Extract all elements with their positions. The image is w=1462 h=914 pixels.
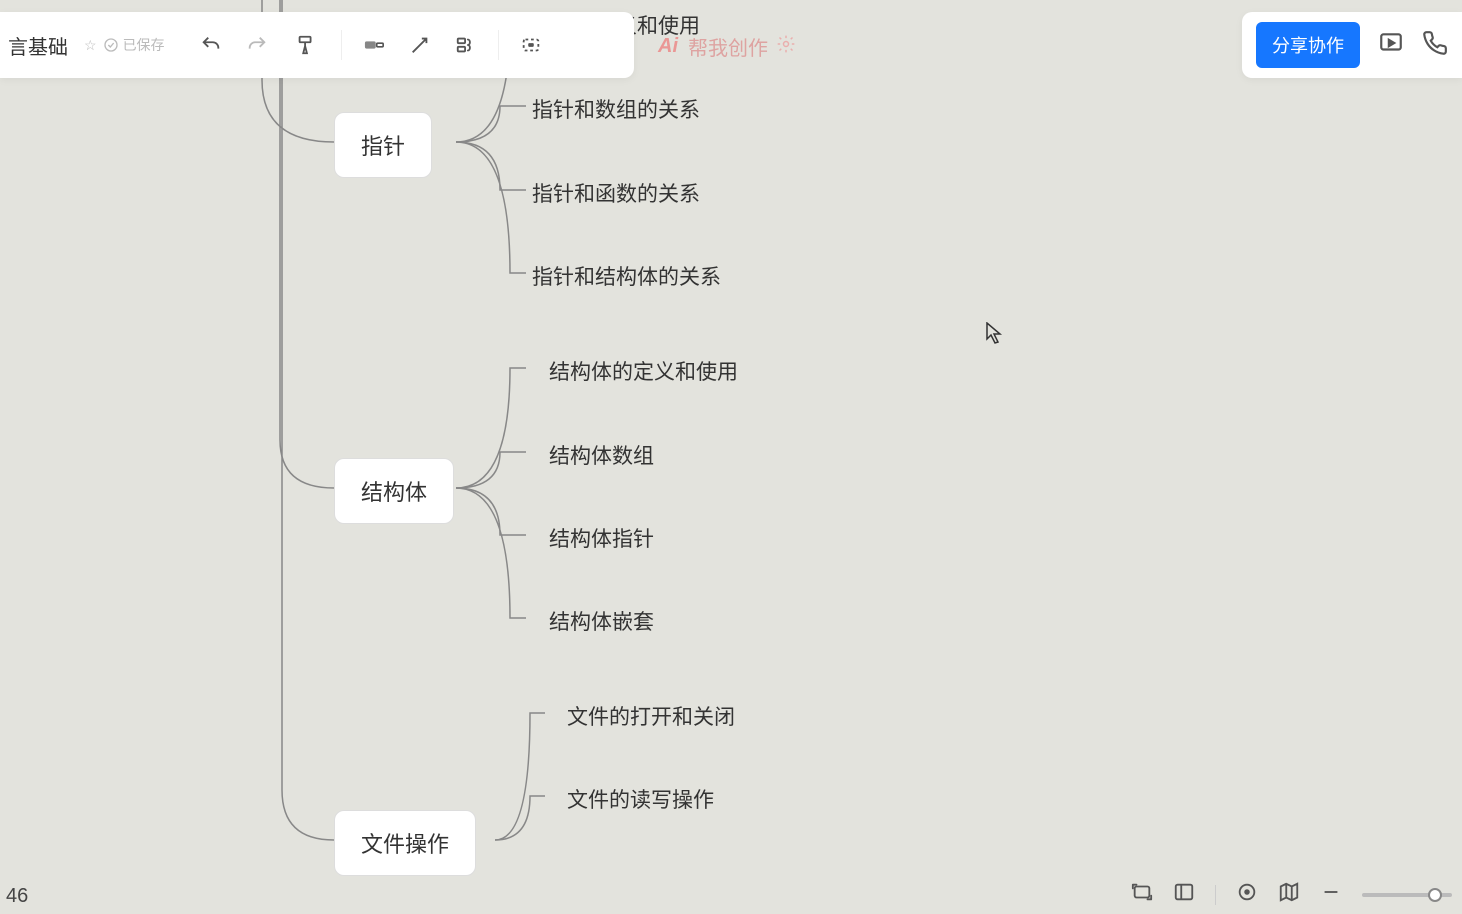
minimap-icon[interactable] (1278, 881, 1300, 908)
top-toolbar: 言基础 ☆ 已保存 (0, 12, 634, 78)
star-icon[interactable]: ☆ (84, 37, 97, 54)
zoom-out-icon[interactable] (1320, 881, 1342, 908)
ai-logo: Ai (658, 35, 678, 58)
leaf[interactable]: 结构体嵌套 (549, 606, 654, 636)
node-struct[interactable]: 结构体 (334, 458, 454, 524)
leaf[interactable]: 文件的读写操作 (567, 784, 714, 814)
zoom-knob[interactable] (1428, 888, 1442, 902)
summary-button[interactable] (446, 25, 486, 65)
present-icon[interactable] (1378, 30, 1404, 61)
target-icon[interactable] (1236, 881, 1258, 908)
leaf[interactable]: 指针和函数的关系 (532, 178, 700, 208)
phone-icon[interactable] (1422, 30, 1448, 61)
format-brush-button[interactable] (283, 25, 329, 65)
bottom-right-controls (1131, 881, 1452, 908)
separator (1215, 885, 1216, 905)
leaf[interactable]: 结构体指针 (549, 523, 654, 553)
saved-label: 已保存 (123, 35, 165, 55)
ai-create-link[interactable]: Ai 帮我创作 (658, 32, 796, 61)
share-button[interactable]: 分享协作 (1256, 22, 1360, 68)
saved-status: 已保存 (103, 35, 165, 55)
node-pointer[interactable]: 指针 (334, 112, 432, 178)
relation-line-button[interactable] (400, 25, 440, 65)
boundary-button[interactable] (511, 25, 551, 65)
gear-icon[interactable] (776, 34, 796, 60)
mindmap-canvas[interactable]: 指针 指针的定义和使用 指针和数组的关系 指针和函数的关系 指针和结构体的关系 … (0, 0, 1462, 914)
undo-button[interactable] (191, 25, 231, 65)
leaf[interactable]: 结构体的定义和使用 (549, 356, 738, 386)
separator (341, 30, 342, 60)
layout-icon[interactable] (1173, 881, 1195, 908)
page-number: 46 (6, 885, 28, 908)
leaf[interactable]: 文件的打开和关闭 (567, 701, 735, 731)
fit-screen-icon[interactable] (1131, 881, 1153, 908)
right-toolbar: 分享协作 (1242, 12, 1462, 78)
ai-text: 帮我创作 (688, 32, 768, 61)
node-file[interactable]: 文件操作 (334, 810, 476, 876)
zoom-slider[interactable] (1362, 893, 1452, 897)
doc-title[interactable]: 言基础 (8, 31, 68, 60)
leaf[interactable]: 指针和数组的关系 (532, 94, 700, 124)
leaf[interactable]: 指针和结构体的关系 (532, 261, 721, 291)
connector-lines (0, 0, 1462, 914)
redo-button[interactable] (237, 25, 277, 65)
separator (498, 30, 499, 60)
node-style-button[interactable] (354, 25, 394, 65)
leaf[interactable]: 结构体数组 (549, 440, 654, 470)
